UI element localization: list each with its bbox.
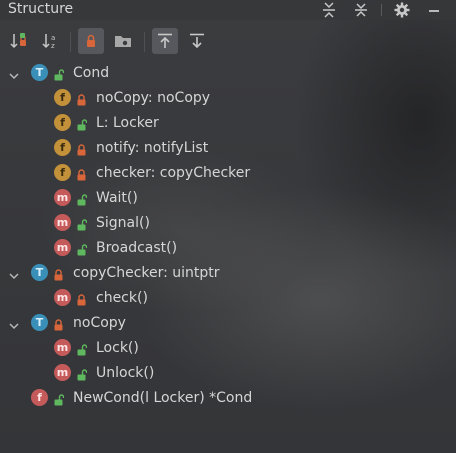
tree-node[interactable]: f checker: copyChecker xyxy=(0,161,456,186)
tree-node-label: noCopy xyxy=(73,315,126,331)
method-icon: m xyxy=(54,214,71,231)
unlock-icon xyxy=(76,116,88,131)
structure-panel: Structure a z T Cond f noCopy: noCopy f … xyxy=(0,0,456,453)
lock-icon xyxy=(76,91,87,106)
tree-node[interactable]: m Lock() xyxy=(0,336,456,361)
tree-node[interactable]: T Cond xyxy=(0,61,456,86)
tree-node-label: notify: notifyList xyxy=(96,140,209,156)
field-icon: f xyxy=(54,164,71,181)
tree-node[interactable]: f noCopy: noCopy xyxy=(0,86,456,111)
lock-icon xyxy=(76,166,87,181)
lock-icon xyxy=(53,266,64,281)
sort-by-visibility-button[interactable] xyxy=(6,28,32,54)
expand-all-button[interactable] xyxy=(313,1,345,19)
method-icon: m xyxy=(54,189,71,206)
field-icon: f xyxy=(54,89,71,106)
method-icon: m xyxy=(54,364,71,381)
collapse-all-icon xyxy=(355,3,367,17)
tree-node-label: Wait() xyxy=(96,190,138,206)
tree-node[interactable]: TnoCopy xyxy=(0,311,456,336)
unlock-icon xyxy=(76,341,88,356)
tree-node-label: L: Locker xyxy=(96,115,159,131)
tree-node-label: Unlock() xyxy=(96,365,155,381)
svg-text:a: a xyxy=(51,34,55,42)
method-icon: m xyxy=(54,339,71,356)
tree-node[interactable]: m check() xyxy=(0,286,456,311)
tree-node-label: NewCond(l Locker) *Cond xyxy=(73,390,253,406)
type-icon: T xyxy=(31,314,48,331)
autoscroll-to-source-icon xyxy=(158,33,172,48)
settings-button[interactable] xyxy=(386,1,418,19)
field-icon: f xyxy=(54,114,71,131)
toolbar-separator xyxy=(70,32,71,52)
lock-icon xyxy=(76,291,87,306)
autoscroll-to-source-button[interactable] xyxy=(152,28,178,54)
svg-text:z: z xyxy=(51,42,55,50)
tree-node[interactable]: f NewCond(l Locker) *Cond xyxy=(0,386,456,411)
toolbar-separator xyxy=(144,32,145,52)
type-icon: T xyxy=(31,264,48,281)
chevron-down-icon[interactable] xyxy=(8,67,20,80)
unlock-icon xyxy=(76,216,88,231)
unlock-icon xyxy=(76,191,88,206)
panel-title: Structure xyxy=(8,1,74,17)
tree-node-label: Cond xyxy=(73,65,110,81)
unlock-icon xyxy=(53,66,65,81)
header-actions xyxy=(313,0,450,20)
tree-node-label: copyChecker: uintptr xyxy=(73,265,220,281)
chevron-down-icon[interactable] xyxy=(8,317,20,330)
tree-node[interactable]: m Unlock() xyxy=(0,361,456,386)
minimize-icon xyxy=(429,10,439,12)
autoscroll-from-source-icon xyxy=(190,33,204,49)
tree-node-label: noCopy: noCopy xyxy=(96,90,211,106)
tree-node[interactable]: m Signal() xyxy=(0,211,456,236)
folder-icon xyxy=(115,36,131,47)
method-icon: m xyxy=(54,239,71,256)
show-fields-button[interactable] xyxy=(110,28,136,54)
show-non-public-button[interactable] xyxy=(78,28,104,54)
chevron-down-icon[interactable] xyxy=(8,267,20,280)
expand-all-icon xyxy=(323,2,335,18)
lock-icon xyxy=(53,316,64,331)
sort-alphabetically-icon: a z xyxy=(42,34,55,50)
sort-alphabetically-button[interactable]: a z xyxy=(38,28,64,54)
type-icon: T xyxy=(31,64,48,81)
unlock-icon xyxy=(76,366,88,381)
lock-icon xyxy=(76,141,87,156)
panel-header: Structure xyxy=(0,0,456,20)
unlock-icon xyxy=(53,391,65,406)
method-icon: m xyxy=(54,289,71,306)
autoscroll-from-source-button[interactable] xyxy=(184,28,210,54)
lock-icon xyxy=(87,34,95,47)
tree-node-label: Lock() xyxy=(96,340,139,356)
structure-toolbar: a z xyxy=(0,24,456,60)
field-icon: f xyxy=(54,139,71,156)
tree-node-label: Broadcast() xyxy=(96,240,178,256)
function-icon: f xyxy=(31,389,48,406)
gear-icon xyxy=(394,2,410,18)
sort-by-visibility-icon xyxy=(10,33,26,49)
tree-node[interactable]: TcopyChecker: uintptr xyxy=(0,261,456,286)
header-separator xyxy=(381,4,382,16)
tree-node[interactable]: m Broadcast() xyxy=(0,236,456,261)
unlock-icon xyxy=(76,241,88,256)
tree-node-label: Signal() xyxy=(96,215,150,231)
tree-node[interactable]: f L: Locker xyxy=(0,111,456,136)
tree-node-label: checker: copyChecker xyxy=(96,165,251,181)
minimize-button[interactable] xyxy=(418,1,450,19)
tree-node[interactable]: f notify: notifyList xyxy=(0,136,456,161)
tree-node-label: check() xyxy=(96,290,148,306)
tree-node[interactable]: m Wait() xyxy=(0,186,456,211)
collapse-all-button[interactable] xyxy=(345,1,377,19)
